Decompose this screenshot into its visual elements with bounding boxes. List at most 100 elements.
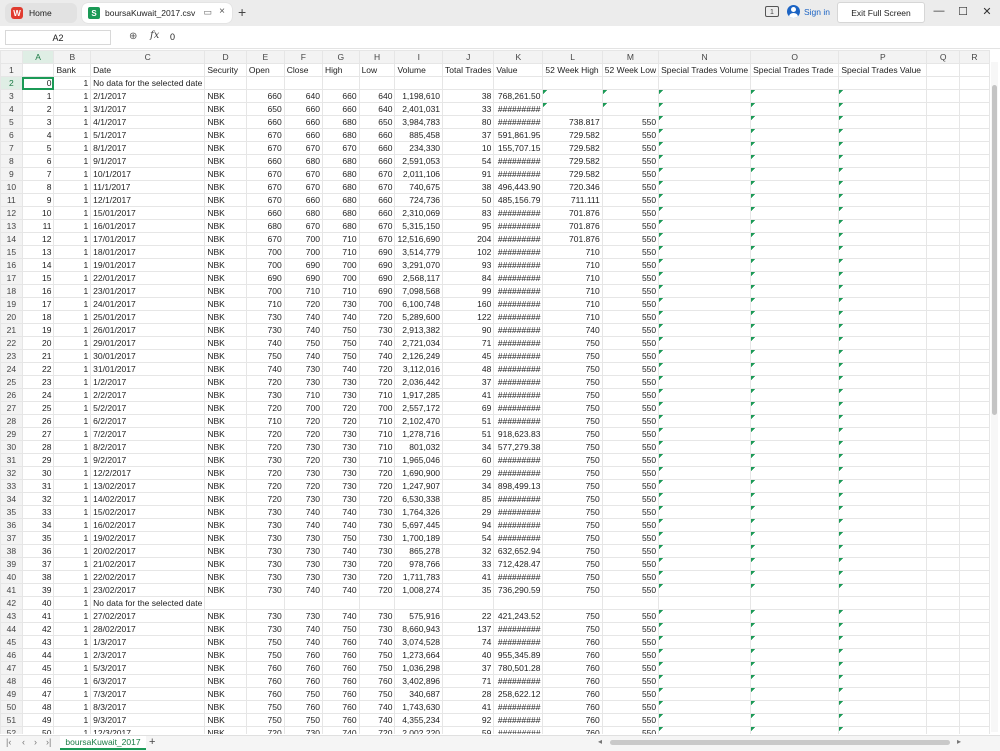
- cell[interactable]: 730: [245, 583, 285, 597]
- cell[interactable]: [658, 102, 752, 116]
- cell[interactable]: [442, 596, 495, 610]
- cell[interactable]: [926, 180, 960, 194]
- cell[interactable]: [926, 219, 960, 233]
- cell[interactable]: NBK: [204, 674, 247, 688]
- cell[interactable]: 740: [283, 635, 323, 649]
- cell[interactable]: [658, 674, 752, 688]
- select-all-corner[interactable]: [0, 50, 23, 64]
- cell[interactable]: 550: [601, 206, 660, 220]
- cell[interactable]: 760: [542, 687, 603, 701]
- cell[interactable]: 640: [358, 89, 396, 103]
- cell[interactable]: #########: [493, 531, 544, 545]
- cell[interactable]: 19: [21, 323, 55, 337]
- cell[interactable]: 40: [442, 648, 495, 662]
- cell[interactable]: 730: [321, 479, 360, 493]
- cell[interactable]: 720: [245, 427, 285, 441]
- cell[interactable]: 1: [53, 479, 92, 493]
- cell[interactable]: 730: [321, 427, 360, 441]
- row-header[interactable]: 45: [0, 635, 23, 649]
- cell[interactable]: [958, 596, 990, 610]
- cell[interactable]: 41: [21, 609, 55, 623]
- cell[interactable]: 730: [283, 544, 323, 558]
- cell[interactable]: 729.582: [542, 128, 603, 142]
- cell[interactable]: 26: [21, 414, 55, 428]
- cell[interactable]: [926, 713, 960, 727]
- cell[interactable]: 1: [53, 596, 92, 610]
- cell[interactable]: 550: [601, 635, 660, 649]
- cell[interactable]: NBK: [204, 258, 247, 272]
- cell[interactable]: 801,032: [394, 440, 444, 454]
- cell[interactable]: [958, 323, 990, 337]
- cell[interactable]: 258,622.12: [493, 687, 544, 701]
- cell[interactable]: 701.876: [542, 219, 603, 233]
- cell[interactable]: 34: [442, 440, 495, 454]
- cell[interactable]: [958, 180, 990, 194]
- cell[interactable]: 550: [601, 622, 660, 636]
- cell[interactable]: 1: [53, 206, 92, 220]
- cell[interactable]: 640: [358, 102, 396, 116]
- cell[interactable]: [658, 297, 752, 311]
- cell[interactable]: [838, 388, 928, 402]
- cell[interactable]: [838, 232, 928, 246]
- cell[interactable]: 670: [283, 180, 323, 194]
- cell[interactable]: 680: [321, 219, 360, 233]
- cell[interactable]: 1,711,783: [394, 570, 444, 584]
- cell[interactable]: 720: [245, 466, 285, 480]
- cell[interactable]: 670: [245, 232, 285, 246]
- cell[interactable]: NBK: [204, 700, 247, 714]
- cell[interactable]: 730: [321, 557, 360, 571]
- cell[interactable]: 577,279.38: [493, 440, 544, 454]
- cell[interactable]: NBK: [204, 193, 247, 207]
- cell[interactable]: [750, 193, 840, 207]
- cell[interactable]: 49: [21, 713, 55, 727]
- cell[interactable]: 41: [442, 570, 495, 584]
- cell[interactable]: 550: [601, 453, 660, 467]
- cell[interactable]: 720: [245, 492, 285, 506]
- cell[interactable]: 730: [321, 375, 360, 389]
- cell[interactable]: NBK: [204, 167, 247, 181]
- cell[interactable]: [838, 414, 928, 428]
- cell[interactable]: 12/2/2017: [90, 466, 206, 480]
- cell[interactable]: 19/01/2017: [90, 258, 206, 272]
- cell[interactable]: 710: [283, 284, 323, 298]
- cell[interactable]: [926, 505, 960, 519]
- cell[interactable]: Low: [358, 63, 396, 77]
- cell[interactable]: [750, 479, 840, 493]
- cell[interactable]: 632,652.94: [493, 544, 544, 558]
- cell[interactable]: 750: [542, 349, 603, 363]
- row-header[interactable]: 50: [0, 700, 23, 714]
- cell[interactable]: [838, 89, 928, 103]
- cell[interactable]: 730: [358, 622, 396, 636]
- cell[interactable]: 2,126,249: [394, 349, 444, 363]
- cell[interactable]: 44: [21, 648, 55, 662]
- cell[interactable]: [601, 89, 660, 103]
- cell[interactable]: [838, 336, 928, 350]
- cell[interactable]: Close: [283, 63, 323, 77]
- column-header[interactable]: C: [90, 50, 206, 64]
- cell[interactable]: [926, 63, 960, 77]
- cell[interactable]: 1: [53, 609, 92, 623]
- cell[interactable]: 700: [358, 297, 396, 311]
- cell[interactable]: 3,984,783: [394, 115, 444, 129]
- cell[interactable]: 740: [358, 713, 396, 727]
- cell[interactable]: 31/01/2017: [90, 362, 206, 376]
- cell[interactable]: 1: [53, 323, 92, 337]
- cell[interactable]: 54: [442, 531, 495, 545]
- cell[interactable]: 550: [601, 323, 660, 337]
- cell[interactable]: 10: [442, 141, 495, 155]
- cell[interactable]: [926, 349, 960, 363]
- cell[interactable]: [658, 154, 752, 168]
- cell[interactable]: [958, 518, 990, 532]
- cell[interactable]: #########: [493, 414, 544, 428]
- cell[interactable]: #########: [493, 375, 544, 389]
- cell[interactable]: 760: [321, 661, 360, 675]
- cell[interactable]: 750: [542, 557, 603, 571]
- row-header[interactable]: 16: [0, 258, 23, 272]
- cell[interactable]: 720: [245, 479, 285, 493]
- cell[interactable]: 710: [358, 440, 396, 454]
- cell[interactable]: 30/01/2017: [90, 349, 206, 363]
- cell[interactable]: 4: [21, 128, 55, 142]
- cell[interactable]: 720: [283, 414, 323, 428]
- cell[interactable]: 690: [358, 245, 396, 259]
- cell[interactable]: 550: [601, 648, 660, 662]
